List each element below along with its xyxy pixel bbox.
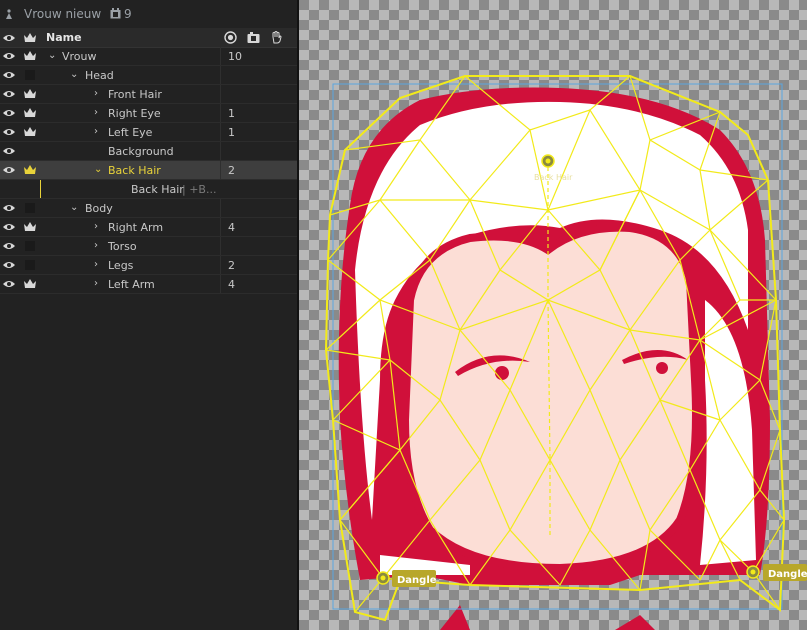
- chevron-down-icon[interactable]: ⌄: [48, 50, 56, 61]
- face-shape: [405, 227, 696, 568]
- hand-icon[interactable]: [270, 31, 283, 44]
- record-icon[interactable]: [224, 31, 237, 44]
- scene-count: 9: [124, 7, 132, 21]
- layer-row-back-hair[interactable]: ⌄ Back Hair 2: [0, 161, 297, 180]
- layer-row-background[interactable]: Background: [0, 142, 297, 161]
- layer-label: Left Arm: [108, 278, 155, 291]
- eye-icon[interactable]: [3, 261, 15, 269]
- layer-row-back-hair-child[interactable]: Back Hair | +B...: [0, 180, 297, 199]
- camera-icon[interactable]: [247, 31, 260, 44]
- chevron-down-icon[interactable]: ⌄: [70, 202, 78, 213]
- layer-count: 2: [228, 164, 235, 177]
- crown-icon[interactable]: [24, 89, 36, 99]
- crown-toggle-off[interactable]: [25, 241, 35, 251]
- panel-topbar: Vrouw nieuw 9: [0, 0, 297, 28]
- dangle-label-right: Dangle: [768, 569, 807, 580]
- eye-icon[interactable]: [3, 166, 15, 174]
- chevron-right-icon[interactable]: ›: [94, 240, 98, 251]
- crown-icon[interactable]: [24, 279, 36, 289]
- eye-icon[interactable]: [3, 90, 15, 98]
- layer-row-left-eye[interactable]: › Left Eye 1: [0, 123, 297, 142]
- crown-icon[interactable]: [24, 108, 36, 118]
- eye-icon[interactable]: [3, 52, 15, 60]
- crown-icon[interactable]: [24, 222, 36, 232]
- selection-guide: [40, 180, 41, 198]
- dangle-pin-left: [376, 571, 390, 585]
- dangle-pin-right: [746, 565, 760, 579]
- crown-icon[interactable]: [24, 165, 36, 175]
- layer-count: 2: [228, 259, 235, 272]
- layer-label: Vrouw: [62, 50, 97, 63]
- layer-label: Torso: [108, 240, 137, 253]
- layer-label: Left Eye: [108, 126, 153, 139]
- layer-label: Legs: [108, 259, 134, 272]
- layer-row-head[interactable]: ⌄ Head: [0, 66, 297, 85]
- layer-label: Right Arm: [108, 221, 164, 234]
- crown-toggle-off[interactable]: [25, 203, 35, 213]
- eye-icon[interactable]: [3, 242, 15, 250]
- puppet-artwork: Back Hair Dangle Dangle: [324, 74, 807, 630]
- layer-list-header: Name: [0, 28, 297, 48]
- eye-icon[interactable]: [3, 204, 15, 212]
- eye-icon[interactable]: [3, 128, 15, 136]
- eye-icon[interactable]: [3, 147, 15, 155]
- layer-count: 4: [228, 278, 235, 291]
- chevron-right-icon[interactable]: ›: [94, 88, 98, 99]
- dangle-label-left: Dangle: [397, 575, 437, 586]
- scene-icon: [110, 8, 121, 19]
- crown-toggle-off[interactable]: [25, 260, 35, 270]
- layer-row-right-eye[interactable]: › Right Eye 1: [0, 104, 297, 123]
- layer-label: Right Eye: [108, 107, 161, 120]
- layer-row-left-arm[interactable]: › Left Arm 4: [0, 275, 297, 294]
- eye-icon[interactable]: [3, 280, 15, 288]
- layer-count: 4: [228, 221, 235, 234]
- layer-row-legs[interactable]: › Legs 2: [0, 256, 297, 275]
- eye-icon[interactable]: [3, 34, 15, 42]
- puppet-panel: Vrouw nieuw 9 Name ⌄ Vrouw 10 ⌄ Head › F…: [0, 0, 297, 630]
- eye-icon[interactable]: [3, 223, 15, 231]
- back-hair-handle: [541, 154, 555, 168]
- layer-row-right-arm[interactable]: › Right Arm 4: [0, 218, 297, 237]
- chevron-down-icon[interactable]: ⌄: [94, 164, 102, 175]
- puppet-icon: [6, 9, 12, 19]
- layer-label: Body: [85, 202, 113, 215]
- back-hair-handle-label: Back Hair: [534, 173, 573, 182]
- layer-label: Back Hair: [131, 183, 184, 196]
- chevron-right-icon[interactable]: ›: [94, 259, 98, 270]
- chevron-right-icon[interactable]: ›: [94, 221, 98, 232]
- chevron-right-icon[interactable]: ›: [94, 278, 98, 289]
- layer-count: 10: [228, 50, 242, 63]
- name-column-header: Name: [46, 31, 82, 44]
- layer-row-torso[interactable]: › Torso: [0, 237, 297, 256]
- layer-label: Front Hair: [108, 88, 162, 101]
- layer-row-front-hair[interactable]: › Front Hair: [0, 85, 297, 104]
- puppet-name[interactable]: Vrouw nieuw: [24, 7, 101, 21]
- crown-icon[interactable]: [24, 33, 36, 43]
- crown-icon[interactable]: [24, 51, 36, 61]
- layer-label: Head: [85, 69, 114, 82]
- crown-icon[interactable]: [24, 127, 36, 137]
- layer-row-body[interactable]: ⌄ Body: [0, 199, 297, 218]
- left-eye: [656, 362, 668, 374]
- layer-row-vrouw[interactable]: ⌄ Vrouw 10: [0, 47, 297, 66]
- layer-count: 1: [228, 107, 235, 120]
- right-eye: [495, 366, 509, 380]
- puppet-canvas[interactable]: Back Hair Dangle Dangle: [299, 0, 807, 630]
- layer-suffix: | +B...: [182, 183, 217, 196]
- chevron-down-icon[interactable]: ⌄: [70, 69, 78, 80]
- chevron-right-icon[interactable]: ›: [94, 107, 98, 118]
- layer-label: Back Hair: [108, 164, 161, 177]
- chevron-right-icon[interactable]: ›: [94, 126, 98, 137]
- crown-toggle-off[interactable]: [25, 70, 35, 80]
- layer-label: Background: [108, 145, 174, 158]
- eye-icon[interactable]: [3, 71, 15, 79]
- eye-icon[interactable]: [3, 109, 15, 117]
- layer-count: 1: [228, 126, 235, 139]
